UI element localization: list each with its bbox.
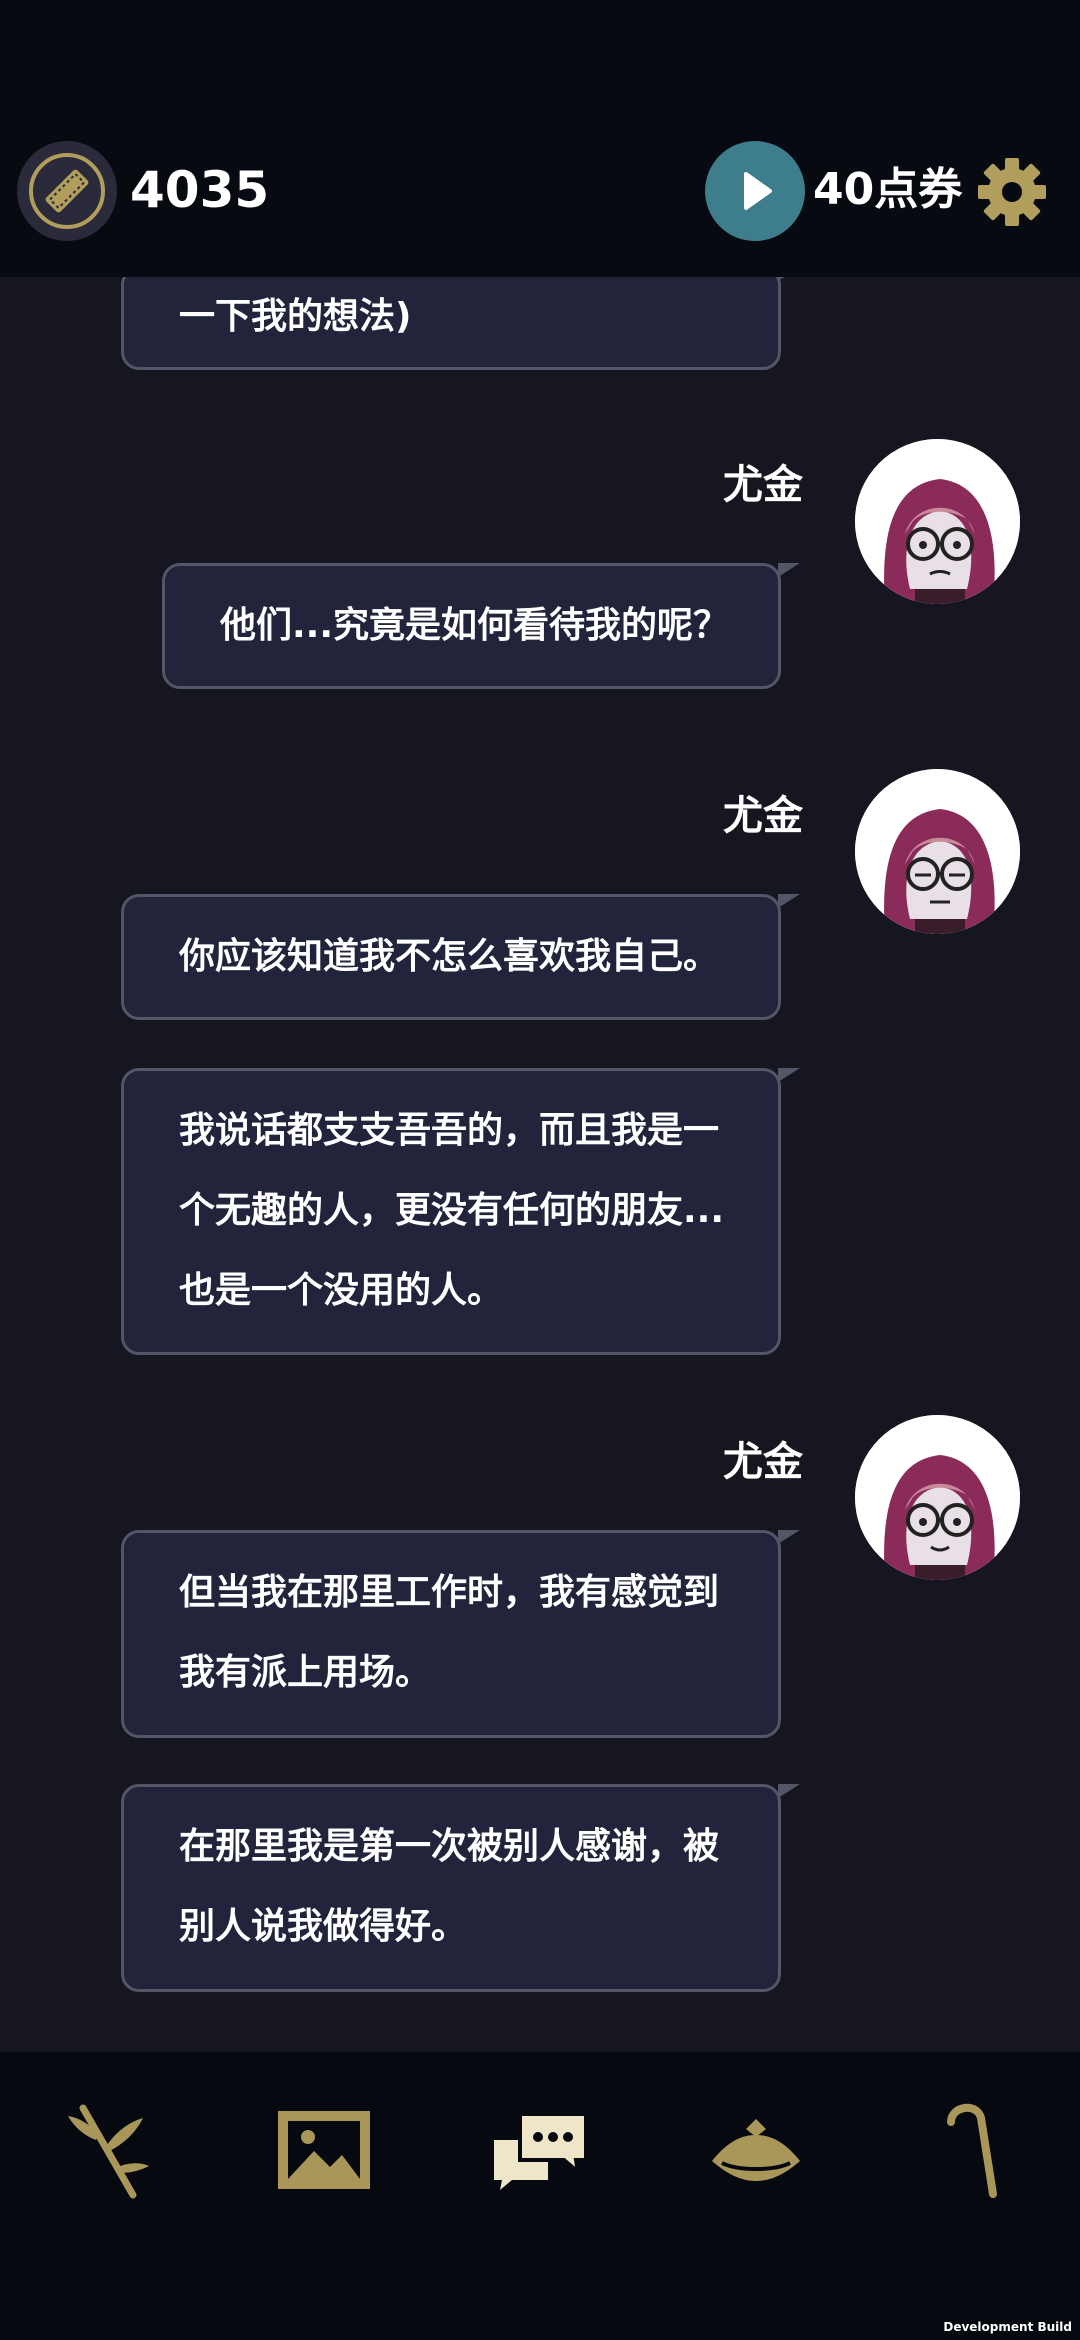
message-line: 别人说我做得好。 [179,1906,468,1947]
message-line: 我有派上用场。 [179,1652,432,1693]
message-line: 个无趣的人，更没有任何的朋友... [179,1190,725,1231]
speaker-name: 尤金 [723,1439,803,1485]
message-line: 一下我的想法) [179,296,412,337]
ticket-count: 4035 [130,161,270,219]
gallery-icon [278,2111,370,2189]
play-icon [744,172,772,210]
nav-chat-button[interactable] [490,2100,590,2200]
points-label: 40点券 [813,164,963,215]
development-build-label: Development Build [943,2320,1072,2334]
message-bubble: 我说话都支支吾吾的，而且我是一 个无趣的人，更没有任何的朋友... 也是一个没用… [121,1068,800,1355]
message-bubble: 但当我在那里工作时，我有感觉到 我有派上用场。 [121,1530,800,1738]
gear-icon [978,158,1046,226]
cane-icon [947,2104,997,2198]
avatar [855,1415,1020,1580]
nav-cane-button[interactable] [922,2100,1022,2200]
chat-log[interactable]: 一下我的想法) 尤金 他们...究竟是如何看待我的呢？ 尤金 你应该知道我不怎么… [0,277,1080,2052]
speaker-name: 尤金 [723,462,803,508]
message-bubble: 你应该知道我不怎么喜欢我自己。 [121,894,800,1020]
speaker-name: 尤金 [723,793,803,839]
message-line: 他们...究竟是如何看待我的呢？ [220,605,730,646]
chat-icon [494,2112,588,2190]
play-video-button[interactable] [705,141,805,241]
message-line: 我说话都支支吾吾的，而且我是一 [179,1110,720,1151]
hat-icon [712,2119,800,2181]
ticket-icon[interactable] [17,141,117,241]
nav-branch-button[interactable] [58,2100,158,2200]
message-bubble: 在那里我是第一次被别人感谢，被 别人说我做得好。 [121,1784,800,1992]
avatar [855,769,1020,934]
message-bubble: 一下我的想法) [121,277,800,370]
message-line: 也是一个没用的人。 [179,1270,504,1311]
message-line: 但当我在那里工作时，我有感觉到 [179,1572,720,1613]
nav-gallery-button[interactable] [274,2100,374,2200]
message-line: 在那里我是第一次被别人感谢，被 [179,1826,720,1867]
message-line: 你应该知道我不怎么喜欢我自己。 [179,936,720,977]
nav-hat-button[interactable] [706,2100,806,2200]
top-bar: 4035 40点券 [0,0,1080,277]
settings-button[interactable] [972,152,1052,232]
branch-icon [68,2104,149,2199]
message-bubble: 他们...究竟是如何看待我的呢？ [162,563,800,689]
avatar [855,439,1020,604]
